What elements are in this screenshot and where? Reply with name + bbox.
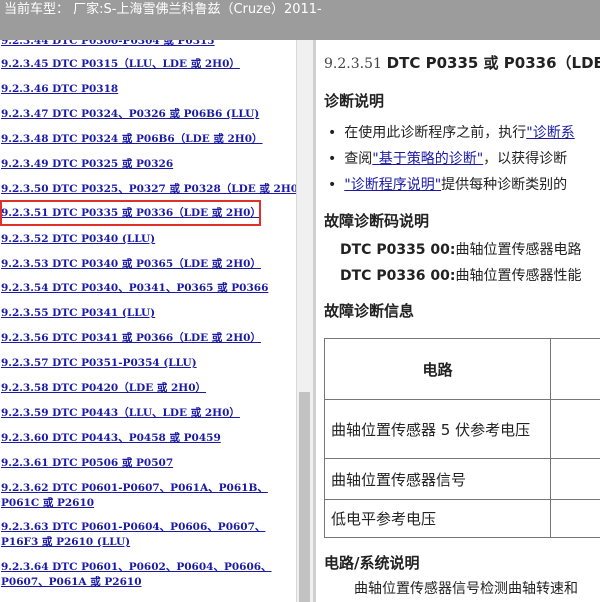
section-title: DTC P0335 或 P0336（LDE [386, 54, 600, 72]
toc-item[interactable]: 9.2.3.50 DTC P0325、P0327 或 P0328（LDE 或 2… [1, 182, 296, 197]
table-header: 电路 [324, 338, 551, 400]
toc-item[interactable]: 9.2.3.55 DTC P0341 (LLU) [1, 306, 155, 321]
diag-system-link[interactable]: "诊断系 [526, 125, 574, 141]
toc-item[interactable]: 9.2.3.58 DTC P0420（LDE 或 2H0） [1, 381, 206, 396]
table-row: 曲轴位置传感器 5 伏参考电压 [324, 399, 551, 459]
current-item-highlight [0, 200, 261, 226]
toc-item[interactable]: 9.2.3.63 DTC P0601-P0604、P0606、P0607、P16… [1, 520, 293, 550]
toc-item[interactable]: 9.2.3.59 DTC P0443（LLU、LDE 或 2H0） [1, 406, 240, 421]
toc-item[interactable]: 9.2.3.64 DTC P0601、P0602、P0604、P0606、P06… [1, 560, 293, 590]
system-description: 曲轴位置传感器信号检测曲轴转速和 [354, 581, 578, 597]
toc-item[interactable]: 9.2.3.52 DTC P0340 (LLU) [1, 232, 155, 247]
content-panel: 9.2.3.51 DTC P0335 或 P0336（LDE 诊断说明 • 在使用… [316, 40, 600, 602]
toc-item[interactable]: 9.2.3.56 DTC P0341 或 P0366（LDE 或 2H0） [1, 331, 261, 346]
dtc-line: DTC P0335 00:曲轴位置传感器电路 [340, 242, 582, 258]
toc-item[interactable]: 9.2.3.47 DTC P0324、P0326 或 P06B6 (LLU) [1, 107, 259, 122]
strategy-diag-link[interactable]: "基于策略的诊断" [372, 151, 483, 167]
bullet-item: • "诊断程序说明"提供每种诊断类别的 [328, 177, 568, 193]
toc-item[interactable]: 9.2.3.53 DTC P0340 或 P0365（LDE 或 2H0） [1, 257, 261, 272]
info-heading: 故障诊断信息 [324, 302, 415, 320]
toc-panel: 9.2.3.44 DTC P0300-P0304 或 P0315 9.2.3.4… [0, 40, 296, 602]
circuit-table: 电路 曲轴位置传感器 5 伏参考电压 曲轴位置传感器信号 低电平参考电压 [324, 338, 600, 538]
system-heading: 电路/系统说明 [324, 554, 420, 572]
page-title: 9.2.3.51 DTC P0335 或 P0336（LDE [324, 52, 600, 73]
title-bar: 当前车型： 厂家:S-上海雪佛兰科鲁兹（Cruze）2011- [0, 0, 600, 40]
bullet-icon: • [328, 177, 337, 193]
toc-item[interactable]: 9.2.3.62 DTC P0601-P0607、P061A、P061B、P06… [1, 481, 293, 511]
toc-item[interactable]: 9.2.3.49 DTC P0325 或 P0326 [1, 157, 173, 172]
dtc-heading: 故障诊断码说明 [324, 212, 430, 230]
diag-procedure-link[interactable]: "诊断程序说明" [344, 177, 441, 193]
section-number: 9.2.3.51 [324, 56, 382, 72]
scrollbar-thumb[interactable] [299, 392, 310, 602]
dtc-line: DTC P0336 00:曲轴位置传感器性能 [340, 268, 582, 284]
table-row: 低电平参考电压 [324, 499, 551, 538]
toc-item[interactable]: 9.2.3.46 DTC P0318 [1, 82, 118, 97]
bullet-item: • 在使用此诊断程序之前，执行"诊断系 [328, 125, 575, 141]
toc-item[interactable]: 9.2.3.61 DTC P0506 或 P0507 [1, 456, 173, 471]
toc-item[interactable]: 9.2.3.60 DTC P0443、P0458 或 P0459 [1, 431, 221, 446]
toc-item[interactable]: 9.2.3.54 DTC P0340、P0341、P0365 或 P0366 [1, 281, 268, 296]
table-row: 曲轴位置传感器信号 [324, 458, 551, 500]
toc-item[interactable]: 9.2.3.57 DTC P0351-P0354 (LLU) [1, 356, 197, 371]
bullet-icon: • [328, 125, 337, 141]
bullet-icon: • [328, 151, 337, 167]
diag-heading: 诊断说明 [324, 92, 385, 110]
toc-item[interactable]: 9.2.3.45 DTC P0315（LLU、LDE 或 2H0） [1, 57, 240, 72]
bullet-item: • 查阅"基于策略的诊断"，以获得诊断 [328, 151, 568, 167]
toc-scrollbar[interactable] [296, 40, 313, 602]
toc-item[interactable]: 9.2.3.48 DTC P0324 或 P06B6（LDE 或 2H0） [1, 132, 263, 147]
vehicle-model-label: 当前车型： 厂家:S-上海雪佛兰科鲁兹（Cruze）2011- [4, 2, 322, 17]
toc-item[interactable]: 9.2.3.44 DTC P0300-P0304 或 P0315 [1, 40, 215, 49]
